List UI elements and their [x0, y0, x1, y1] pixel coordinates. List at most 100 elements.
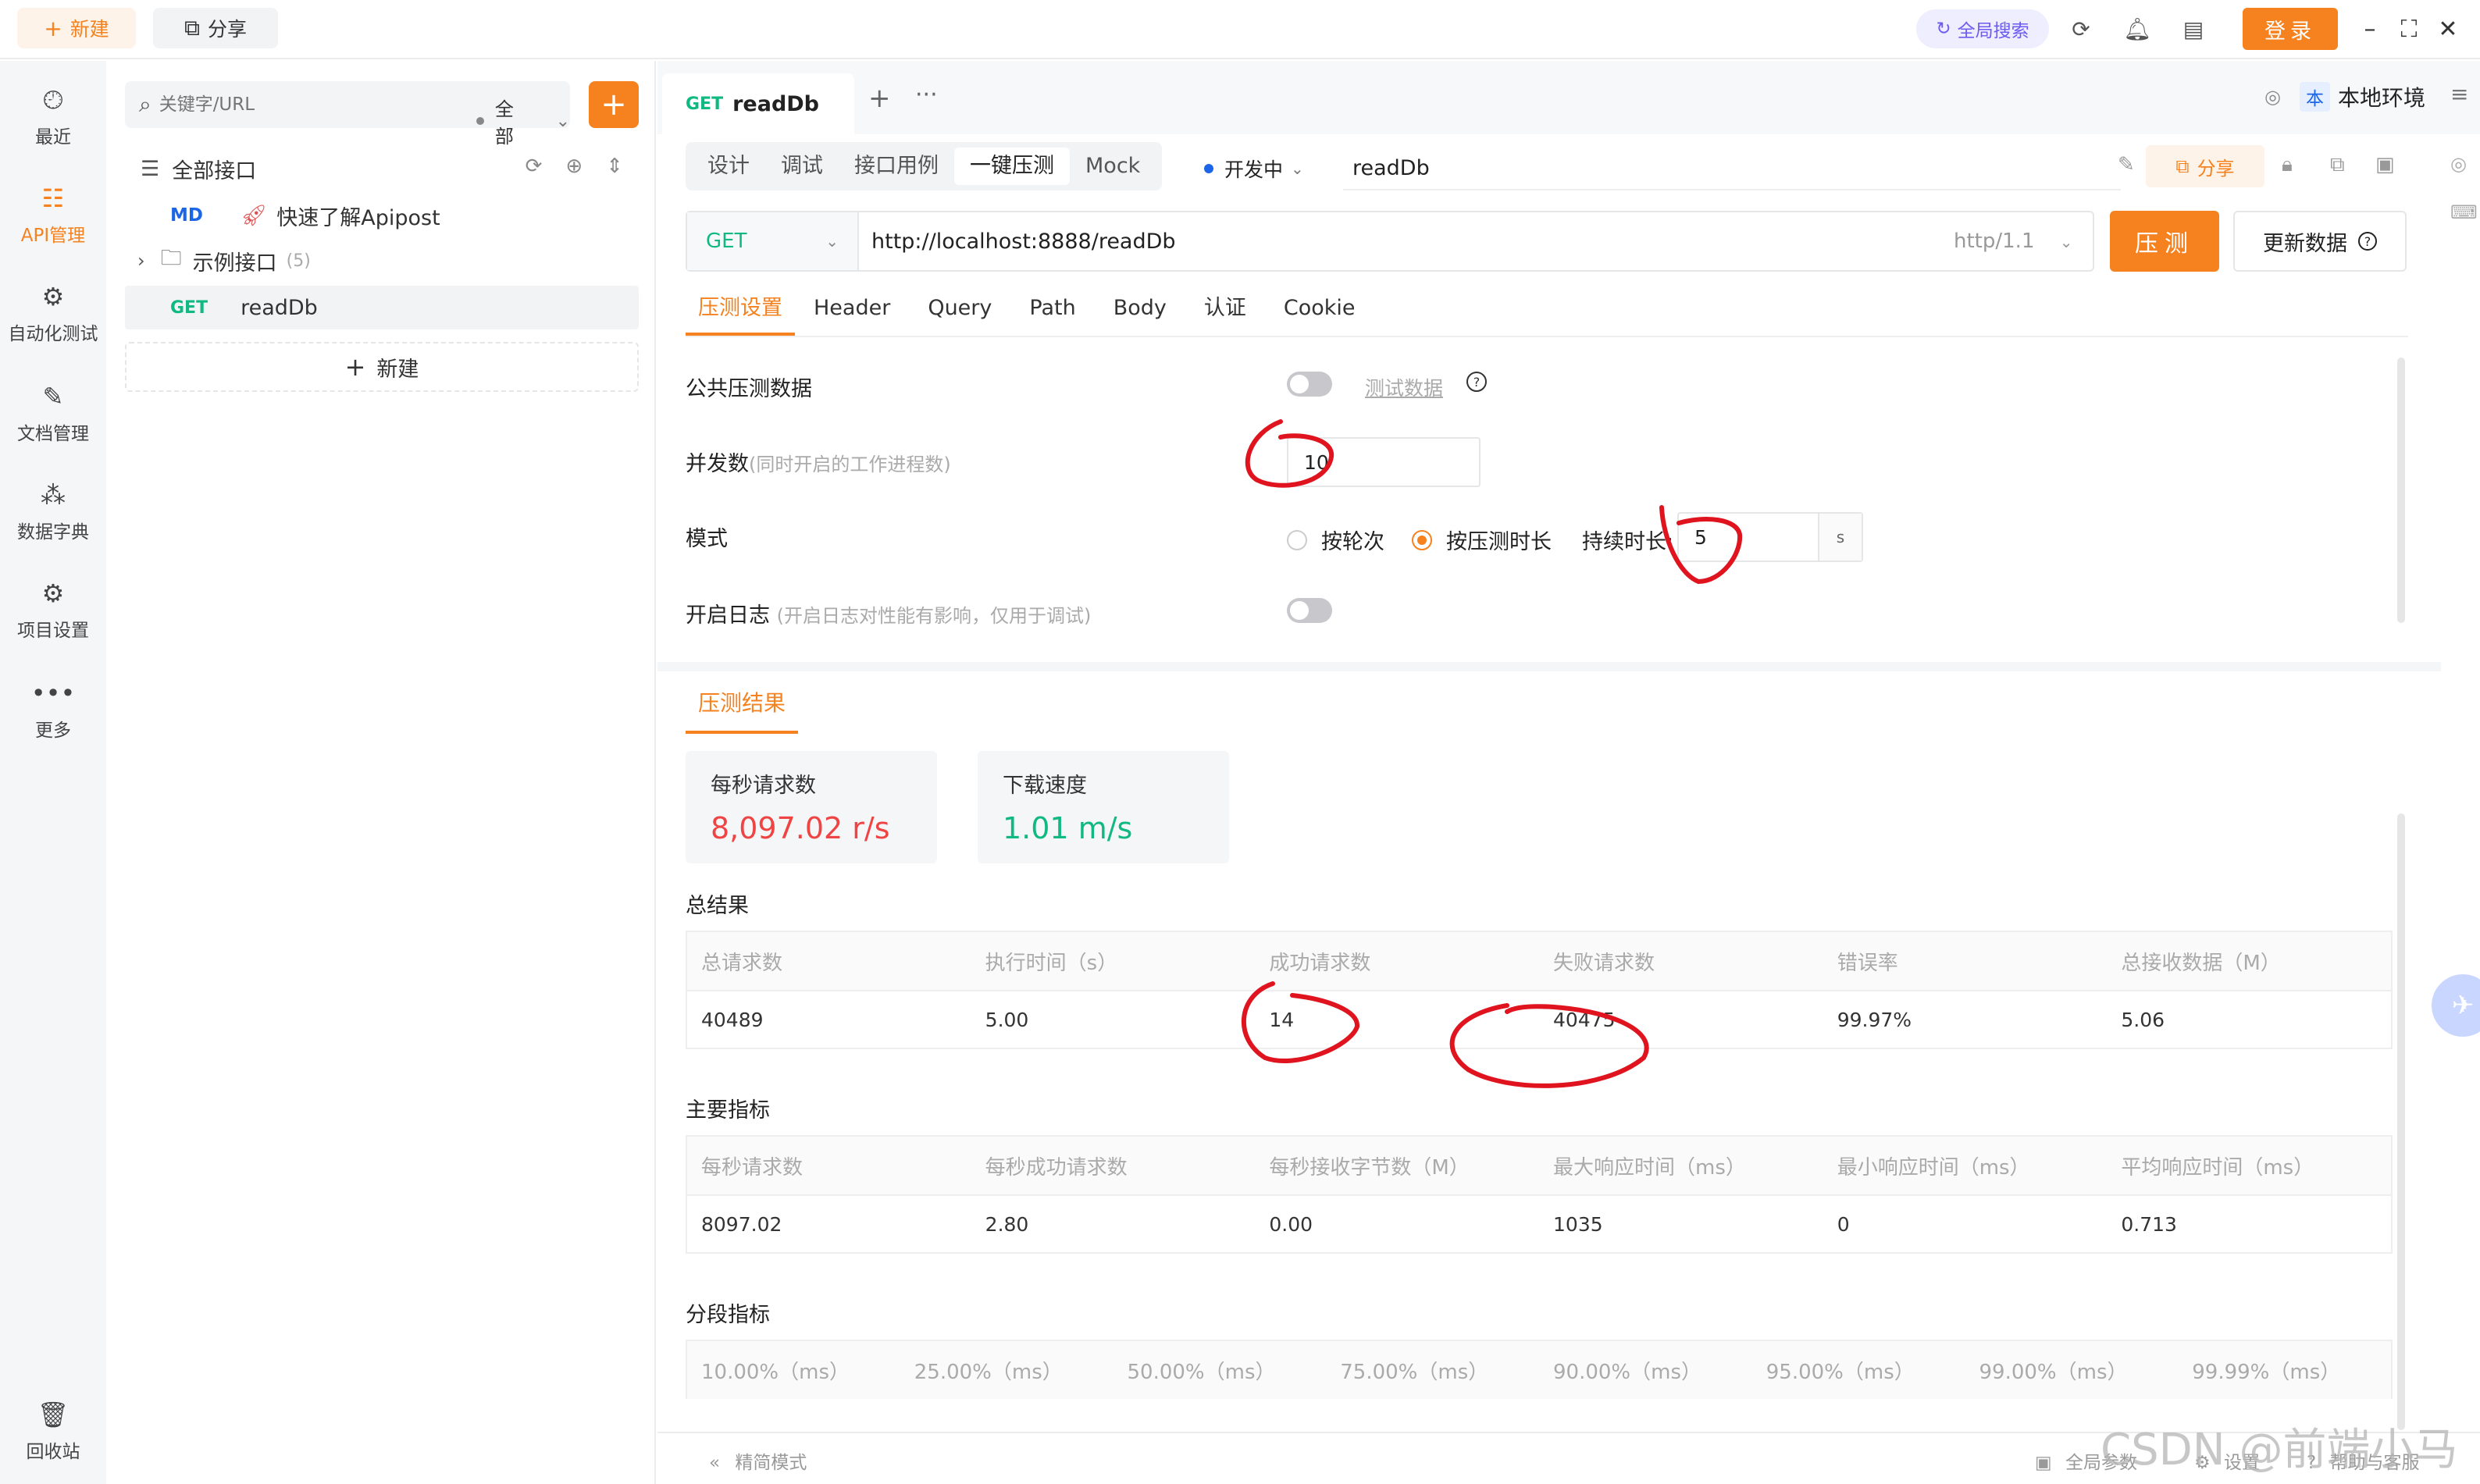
help-icon: ? — [1466, 372, 1487, 392]
concurrency-input[interactable] — [1287, 437, 1481, 487]
table-header-cell: 总接收数据（M） — [2121, 951, 2281, 975]
log-switch[interactable] — [1287, 598, 1332, 623]
table-header-cell: 总请求数 — [701, 951, 783, 975]
nav-trash[interactable]: 🗑︎ 回收站 — [0, 1399, 106, 1463]
nav-data-dictionary[interactable]: ⁂ 数据字典 — [0, 479, 106, 543]
stat-label: 下载速度 — [1003, 774, 1087, 798]
segment-metrics-table: 10.00%（ms） 25.00%（ms） 50.00%（ms） 75.00%（… — [686, 1340, 2393, 1399]
subtab-cases[interactable]: 接口用例 — [839, 148, 954, 185]
lock-icon[interactable]: 🔒︎ — [2282, 153, 2293, 177]
share-button[interactable]: ⧉ 分享 — [153, 8, 278, 48]
nav-automation[interactable]: ⚙ 自动化测试 — [0, 281, 106, 345]
nav-recent[interactable]: 🕘︎ 最近 — [0, 84, 106, 148]
tree-folder-examples[interactable]: › 🗀 示例接口 (5) — [125, 239, 639, 283]
method-value: GET — [706, 230, 747, 253]
nav-label: 文档管理 — [17, 424, 89, 444]
chevron-down-icon: ⌄ — [555, 111, 570, 131]
method-badge: GET — [170, 297, 208, 318]
nav-more[interactable]: ••• 更多 — [0, 678, 106, 742]
add-api-button[interactable]: + — [589, 81, 639, 128]
login-button[interactable]: 登录 — [2243, 8, 2338, 50]
tree-count: (5) — [286, 251, 311, 271]
tab-results[interactable]: 压测结果 — [686, 673, 799, 734]
tree-item-md[interactable]: MD 🚀︎ 快速了解Apipost — [125, 194, 639, 237]
bell-icon[interactable]: 🔔︎ — [2119, 11, 2155, 47]
tree-all-apis[interactable]: ☰ 全部接口 ⟳ ⊕ ⇕ — [125, 147, 639, 190]
tab-body[interactable]: Body — [1095, 281, 1185, 336]
tab-path[interactable]: Path — [1010, 281, 1094, 336]
tab-header[interactable]: Header — [795, 281, 909, 336]
simple-mode-button[interactable]: « 精简模式 — [709, 1447, 807, 1474]
status-select[interactable]: 开发中 ⌄ — [1204, 155, 1304, 183]
api-share-button[interactable]: ⧉ 分享 — [2146, 145, 2264, 187]
clock-icon: 🕘︎ — [43, 85, 63, 115]
subtab-stress-test[interactable]: 一键压测 — [954, 148, 1070, 185]
log-hint: (开启日志对性能有影响，仅用于调试) — [776, 605, 1092, 627]
tree-label: 快速了解Apipost — [276, 205, 440, 230]
log-label: 开启日志 (开启日志对性能有影响，仅用于调试) — [686, 598, 1091, 628]
expand-collapse-icon[interactable]: ⇕ — [606, 155, 623, 178]
mode-duration-radio[interactable]: 按压测时长 — [1412, 525, 1552, 555]
test-data-link[interactable]: 测试数据 — [1365, 373, 1443, 401]
rail-code-icon[interactable]: ⌨ — [2450, 201, 2478, 223]
locate-icon[interactable]: ⊕ — [565, 155, 583, 178]
duration-label: 持续时长: — [1582, 530, 1674, 554]
refresh-icon[interactable]: ⟳ — [526, 155, 543, 178]
results-scrollbar[interactable] — [2397, 813, 2405, 1430]
sidebar-new-button[interactable]: + 新建 — [125, 342, 639, 392]
new-button[interactable]: + 新建 — [17, 8, 136, 48]
add-tab-icon[interactable]: + — [868, 83, 891, 114]
settings-scrollbar[interactable] — [2397, 358, 2405, 623]
table-header-cell: 75.00%（ms） — [1340, 1360, 1489, 1384]
notes-icon[interactable]: ▤ — [2175, 11, 2211, 47]
nav-documents[interactable]: ✎ 文档管理 — [0, 381, 106, 445]
global-search-button[interactable]: ↻ 全局搜索 — [1916, 9, 2049, 48]
scope-select[interactable]: 全部 ⌄ — [476, 94, 570, 148]
tab-cookie[interactable]: Cookie — [1265, 281, 1374, 336]
param-tabs: 压测设置 Header Query Path Body 认证 Cookie — [686, 281, 2408, 337]
main-panel: GET readDb + ··· ◎ 本 本地环境 ≡ 设计 调试 接口用例 一… — [657, 61, 2480, 1484]
table-cell: 0.713 — [2121, 1212, 2177, 1236]
tab-readdb[interactable]: GET readDb — [662, 73, 854, 134]
menu-icon[interactable]: ≡ — [2450, 81, 2468, 107]
subtab-design[interactable]: 设计 — [692, 148, 765, 185]
copy-icon[interactable]: ⧉ — [2330, 153, 2345, 177]
maximize-icon[interactable]: ⛶ — [2391, 9, 2427, 48]
minimize-icon[interactable]: – — [2352, 9, 2388, 48]
tab-stress-settings[interactable]: 压测设置 — [686, 281, 795, 336]
mode-rounds-radio[interactable]: 按轮次 — [1287, 525, 1384, 555]
protocol-select[interactable]: http/1.1 ⌄ — [1954, 230, 2073, 253]
tab-auth[interactable]: 认证 — [1185, 281, 1265, 336]
subtab-mock[interactable]: Mock — [1070, 148, 1156, 185]
subtab-debug[interactable]: 调试 — [765, 148, 839, 185]
search-icon: ⌕ — [139, 91, 151, 117]
tab-query[interactable]: Query — [909, 281, 1010, 336]
stress-test-button[interactable]: 压测 — [2110, 211, 2219, 272]
trash-icon: 🗑︎ — [37, 1400, 69, 1429]
table-header-cell: 10.00%（ms） — [701, 1360, 850, 1384]
env-settings-icon[interactable]: ◎ — [2264, 86, 2281, 108]
url-input[interactable] — [871, 222, 1808, 261]
nav-label: API管理 — [20, 226, 86, 246]
method-select[interactable]: GET ⌄ — [687, 212, 859, 270]
environment-select[interactable]: ◎ 本 本地环境 — [2264, 81, 2425, 112]
sync-icon[interactable]: ⟳ — [2063, 11, 2099, 47]
rail-check-icon[interactable]: ◎ — [2450, 153, 2467, 175]
tree-item-readdb[interactable]: GET readDb — [125, 286, 639, 329]
table-cell: 0 — [1837, 1212, 1850, 1236]
table-row: 40489 5.00 14 40475 99.97% 5.06 — [687, 990, 2391, 1048]
public-data-switch[interactable] — [1287, 372, 1332, 397]
concurrency-title: 并发数 — [686, 452, 749, 476]
table-cell: 0.00 — [1269, 1212, 1313, 1236]
concurrency-hint: (同时开启的工作进程数) — [749, 454, 951, 475]
nav-api-management[interactable]: ☷ API管理 — [0, 183, 106, 247]
nav-project-settings[interactable]: ⚙ 项目设置 — [0, 578, 106, 642]
api-name-input[interactable] — [1343, 147, 2121, 190]
update-data-button[interactable]: 更新数据 ? — [2233, 211, 2407, 272]
search-input[interactable] — [159, 94, 425, 115]
close-icon[interactable]: ✕ — [2430, 9, 2466, 48]
save-icon[interactable]: ▣ — [2375, 153, 2395, 176]
more-tabs-icon[interactable]: ··· — [915, 81, 938, 109]
duration-input[interactable] — [1679, 514, 1819, 561]
edit-icon[interactable]: ✎ — [2118, 153, 2135, 176]
